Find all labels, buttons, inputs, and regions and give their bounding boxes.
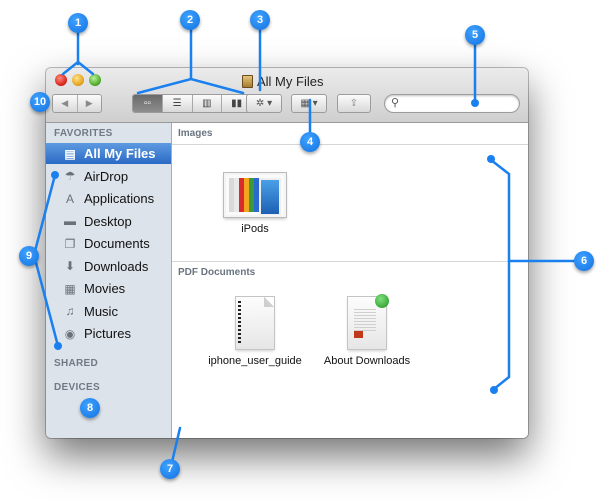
page-fold	[264, 297, 274, 307]
sidebar-item-all-my-files[interactable]: ▤ All My Files	[46, 143, 171, 164]
sidebar-item-airdrop[interactable]: ☂ AirDrop	[46, 166, 171, 187]
minimize-button[interactable]	[72, 74, 84, 86]
image-thumbnail	[224, 173, 286, 217]
share-icon: ⇪	[349, 98, 359, 109]
callout-badge-3: 3	[250, 10, 270, 30]
file-name: iPods	[241, 223, 269, 235]
callout-badge-9: 9	[19, 246, 39, 266]
sidebar-item-pictures[interactable]: ◉ Pictures	[46, 323, 171, 344]
action-menu-button[interactable]: ✲ ▾	[246, 94, 282, 113]
back-forward-buttons: ◀ ▶	[52, 94, 102, 113]
file-item[interactable]: iphone_user_guide	[200, 297, 310, 367]
title-bar: All My Files ◀ ▶ ▫▫ ☰ ▥ ▮▮ ✲ ▾ ▦ ▾ ⇪ ⚲	[46, 68, 528, 123]
group-divider	[172, 261, 528, 262]
sidebar-item-music[interactable]: ♫ Music	[46, 301, 171, 322]
view-mode-buttons: ▫▫ ☰ ▥ ▮▮	[132, 94, 252, 113]
sidebar: FAVORITES ▤ All My Files ☂ AirDrop A Applicat…	[46, 123, 172, 438]
ipod-color-strip	[259, 178, 281, 215]
sidebar-item-label: Applications	[84, 191, 155, 206]
sidebar-item-documents[interactable]: ❐ Documents	[46, 233, 171, 254]
spiral-binding	[238, 301, 241, 345]
applications-icon: A	[65, 191, 74, 206]
group-header-images: Images	[178, 128, 213, 139]
sidebar-item-movies[interactable]: ▦ Movies	[46, 278, 171, 299]
zoom-button[interactable]	[89, 74, 101, 86]
file-name: About Downloads	[323, 355, 411, 367]
sidebar-item-label: AirDrop	[84, 168, 129, 184]
downloads-icon: ⬇	[64, 259, 76, 273]
sidebar-section-devices[interactable]: DEVICES	[54, 382, 100, 393]
callout-badge-1: 1	[68, 13, 88, 33]
file-item[interactable]: About Downloads	[312, 294, 422, 367]
sidebar-item-label: Movies	[84, 281, 126, 296]
sidebar-item-desktop[interactable]: ▬ Desktop	[46, 211, 171, 232]
downloads-badge-icon	[375, 294, 389, 308]
desktop-icon: ▬	[64, 214, 76, 228]
window-title: All My Files	[242, 74, 323, 89]
picture-block	[354, 331, 363, 338]
sidebar-item-label: Documents	[84, 236, 150, 251]
callout-badge-4: 4	[300, 132, 320, 152]
group-header-pdf-documents: PDF Documents	[178, 267, 256, 278]
callout-badge-2: 2	[180, 10, 200, 30]
file-name: iphone_user_guide	[208, 355, 302, 367]
sidebar-section-shared[interactable]: SHARED	[54, 358, 98, 369]
all-my-files-title-icon	[242, 75, 253, 88]
sidebar-item-label: Pictures	[84, 326, 131, 341]
finder-window: All My Files ◀ ▶ ▫▫ ☰ ▥ ▮▮ ✲ ▾ ▦ ▾ ⇪ ⚲ F…	[46, 68, 528, 438]
gear-icon: ✲ ▾	[255, 98, 273, 109]
forward-button[interactable]: ▶	[78, 95, 102, 112]
pdf-document-icon	[348, 294, 389, 349]
window-title-text: All My Files	[257, 74, 324, 89]
sidebar-item-label: Downloads	[84, 258, 149, 274]
arrange-grid-icon: ▦ ▾	[300, 98, 318, 109]
file-browser-content: Images iPods PDF Documents iphone_user_g…	[172, 123, 528, 438]
share-button[interactable]: ⇪	[337, 94, 371, 113]
documents-icon: ❐	[64, 236, 76, 251]
search-input[interactable]	[403, 96, 517, 112]
all-my-files-icon: ▤	[64, 146, 76, 161]
arrange-menu-button[interactable]: ▦ ▾	[291, 94, 327, 113]
movies-icon: ▦	[64, 281, 76, 296]
column-view-button[interactable]: ▥	[193, 95, 223, 112]
callout-badge-10: 10	[30, 92, 50, 112]
sidebar-item-label: All My Files	[84, 146, 156, 161]
callout-badge-5: 5	[465, 25, 485, 45]
sidebar-item-label: Music	[84, 303, 118, 319]
close-button[interactable]	[55, 74, 67, 86]
group-divider	[172, 144, 528, 145]
sidebar-item-downloads[interactable]: ⬇ Downloads	[46, 256, 171, 277]
pictures-icon: ◉	[64, 326, 76, 341]
callout-badge-8: 8	[80, 398, 100, 418]
sidebar-item-applications[interactable]: A Applications	[46, 188, 171, 209]
search-field[interactable]: ⚲	[384, 94, 520, 113]
callout-badge-7: 7	[160, 459, 180, 479]
text-lines	[354, 309, 376, 333]
pdf-document-icon	[236, 297, 274, 349]
sidebar-item-label: Desktop	[84, 213, 132, 229]
airdrop-icon: ☂	[64, 169, 76, 183]
callout-badge-6: 6	[574, 251, 594, 271]
sidebar-section-favorites: FAVORITES	[54, 128, 113, 139]
music-icon: ♫	[65, 304, 75, 318]
list-view-button[interactable]: ☰	[163, 95, 193, 112]
file-item[interactable]: iPods	[200, 173, 310, 235]
icon-view-button[interactable]: ▫▫	[133, 95, 163, 112]
search-icon: ⚲	[391, 97, 400, 109]
back-button[interactable]: ◀	[53, 95, 78, 112]
